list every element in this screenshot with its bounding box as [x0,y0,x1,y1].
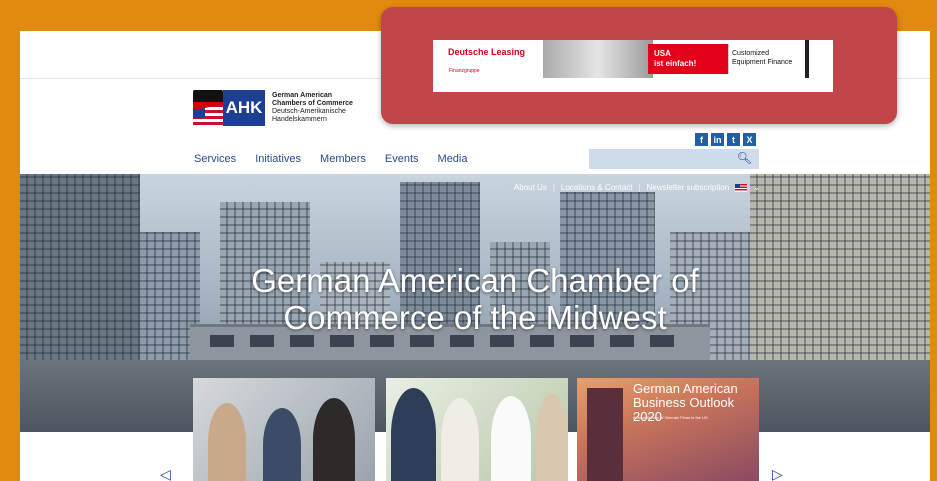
search-input[interactable]: 🔍︎ [589,149,759,169]
person-image [313,398,355,481]
logo-text: German American Chambers of Commerce Deu… [272,92,353,124]
person-image [536,393,568,481]
ahk-logo[interactable]: AHK German American Chambers of Commerce… [193,90,353,126]
ad-red-line2: ist einfach! [654,59,697,68]
search-icon[interactable]: 🔍︎ [737,151,752,165]
carousel-next-icon[interactable]: ▷ [772,466,783,481]
utility-about-us[interactable]: About Us [514,183,547,192]
xing-icon[interactable]: X [743,133,756,146]
hero-title: German American Chamber of Commerce of t… [20,262,930,336]
linkedin-icon[interactable]: in [711,133,724,146]
tower-image [587,388,623,481]
utility-newsletter[interactable]: Newsletter subscription [647,183,730,192]
card-meeting[interactable] [193,378,375,481]
nav-item-members[interactable]: Members [320,153,366,165]
nav-item-media[interactable]: Media [438,153,468,165]
utility-nav: About Us | Locations & Contact | Newslet… [513,183,760,192]
dollar-bill-image [543,40,653,78]
logo-line1: German American [272,92,333,99]
ad-red-line1: USA [654,49,671,58]
card-handshake[interactable] [386,378,568,481]
main-nav: Services Initiatives Members Events Medi… [194,153,468,165]
ad-edge [805,40,809,78]
hero-title-line1: German American Chamber of [251,262,699,299]
person-image [208,403,246,481]
logo-line3: Deutsch-Amerikanische [272,108,346,115]
ad-offer-box: Customized Equipment Finance [728,44,808,74]
nav-item-services[interactable]: Services [194,153,236,165]
ad-red-box: USA ist einfach! [648,44,728,74]
ad-group: Finanzgruppe [449,68,480,74]
twitter-icon[interactable]: t [727,133,740,146]
nav-item-events[interactable]: Events [385,153,419,165]
nav-item-initiatives[interactable]: Initiatives [255,153,301,165]
outlook-subtitle: Annual Survey of German Firms in the US [633,415,708,420]
ad-offer-line1: Customized [732,50,769,57]
person-image [391,388,436,481]
card-business-outlook[interactable]: German American Business Outlook 2020 An… [577,378,759,481]
hero-title-line2: Commerce of the Midwest [283,299,667,336]
person-image [441,398,479,481]
utility-locations-contact[interactable]: Locations & Contact [561,183,633,192]
ad-banner[interactable]: Deutsche Leasing Finanzgruppe USA ist ei… [433,40,833,92]
facebook-icon[interactable]: f [695,133,708,146]
person-image [263,408,301,481]
social-links: f in t X [695,133,756,146]
logo-line4: Handelskammern [272,116,327,123]
ad-brand: Deutsche Leasing [448,47,526,57]
ad-offer-line2: Equipment Finance [732,59,793,66]
carousel-prev-icon[interactable]: ◁ [160,466,171,481]
chevron-down-icon[interactable]: ⌄ [753,183,760,192]
us-flag-icon[interactable] [735,183,748,192]
person-image [491,396,531,481]
outlook-title-line1: German American [633,381,738,396]
ahk-mark: AHK [223,90,265,126]
logo-line2: Chambers of Commerce [272,100,353,107]
flag-logo-icon [193,90,223,126]
